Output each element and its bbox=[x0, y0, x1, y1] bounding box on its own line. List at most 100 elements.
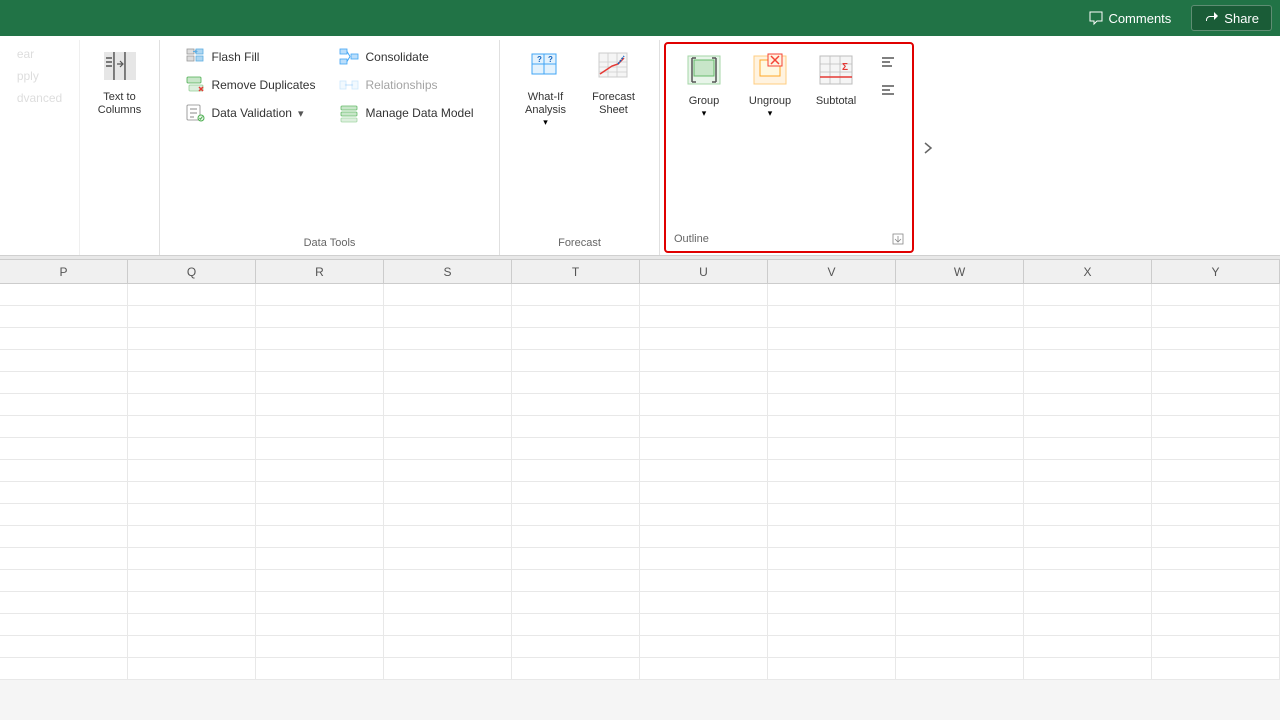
grid-row[interactable] bbox=[0, 438, 1280, 460]
grid-cell[interactable] bbox=[128, 394, 256, 415]
grid-cell[interactable] bbox=[512, 636, 640, 657]
grid-cell[interactable] bbox=[512, 350, 640, 371]
grid-cell[interactable] bbox=[768, 526, 896, 547]
grid-cell[interactable] bbox=[512, 372, 640, 393]
grid-cell[interactable] bbox=[768, 570, 896, 591]
what-if-analysis-button[interactable]: ? ? What-IfAnalysis ▾ bbox=[516, 44, 576, 132]
grid-cell[interactable] bbox=[512, 504, 640, 525]
data-validation-button[interactable]: Data Validation ▾ bbox=[177, 100, 323, 126]
grid-cell[interactable] bbox=[256, 460, 384, 481]
grid-cell[interactable] bbox=[0, 350, 128, 371]
grid-cell[interactable] bbox=[384, 504, 512, 525]
grid-row[interactable] bbox=[0, 372, 1280, 394]
grid-cell[interactable] bbox=[512, 416, 640, 437]
grid-cell[interactable] bbox=[640, 372, 768, 393]
grid-cell[interactable] bbox=[384, 306, 512, 327]
grid-cell[interactable] bbox=[640, 658, 768, 679]
grid-cell[interactable] bbox=[512, 284, 640, 305]
grid-cell[interactable] bbox=[0, 460, 128, 481]
grid-cell[interactable] bbox=[128, 460, 256, 481]
grid-cell[interactable] bbox=[256, 372, 384, 393]
ungroup-button[interactable]: Ungroup ▾ bbox=[740, 48, 800, 123]
grid-cell[interactable] bbox=[1024, 394, 1152, 415]
grid-row[interactable] bbox=[0, 658, 1280, 680]
grid-row[interactable] bbox=[0, 614, 1280, 636]
grid-cell[interactable] bbox=[1152, 460, 1280, 481]
grid-cell[interactable] bbox=[1024, 350, 1152, 371]
grid-cell[interactable] bbox=[512, 306, 640, 327]
grid-cell[interactable] bbox=[1024, 570, 1152, 591]
grid-cell[interactable] bbox=[0, 636, 128, 657]
grid-cell[interactable] bbox=[256, 350, 384, 371]
grid-cell[interactable] bbox=[896, 350, 1024, 371]
grid-row[interactable] bbox=[0, 548, 1280, 570]
grid-row[interactable] bbox=[0, 416, 1280, 438]
grid-row[interactable] bbox=[0, 570, 1280, 592]
grid-cell[interactable] bbox=[0, 328, 128, 349]
grid-cell[interactable] bbox=[896, 460, 1024, 481]
grid-cell[interactable] bbox=[384, 658, 512, 679]
grid-cell[interactable] bbox=[384, 416, 512, 437]
grid-cell[interactable] bbox=[512, 482, 640, 503]
grid-row[interactable] bbox=[0, 526, 1280, 548]
grid-cell[interactable] bbox=[1024, 328, 1152, 349]
grid-cell[interactable] bbox=[1152, 614, 1280, 635]
grid-row[interactable] bbox=[0, 636, 1280, 658]
grid-cell[interactable] bbox=[1152, 416, 1280, 437]
grid-row[interactable] bbox=[0, 460, 1280, 482]
grid-row[interactable] bbox=[0, 306, 1280, 328]
grid-cell[interactable] bbox=[0, 372, 128, 393]
grid-cell[interactable] bbox=[640, 526, 768, 547]
subtotal-button[interactable]: Σ Subtotal bbox=[806, 48, 866, 112]
advanced-btn[interactable]: dvanced bbox=[9, 88, 70, 108]
outline-expand-icon[interactable] bbox=[892, 233, 904, 245]
grid-cell[interactable] bbox=[640, 636, 768, 657]
grid-cell[interactable] bbox=[640, 614, 768, 635]
grid-cell[interactable] bbox=[1024, 592, 1152, 613]
grid-cell[interactable] bbox=[768, 636, 896, 657]
grid-cell[interactable] bbox=[0, 482, 128, 503]
grid-cell[interactable] bbox=[1024, 614, 1152, 635]
grid-cell[interactable] bbox=[896, 482, 1024, 503]
grid-cell[interactable] bbox=[256, 636, 384, 657]
grid-cell[interactable] bbox=[1024, 284, 1152, 305]
grid-cell[interactable] bbox=[896, 372, 1024, 393]
clear-btn[interactable]: ear bbox=[9, 44, 70, 64]
grid-cell[interactable] bbox=[896, 394, 1024, 415]
grid-cell[interactable] bbox=[384, 548, 512, 569]
grid-row[interactable] bbox=[0, 592, 1280, 614]
grid-cell[interactable] bbox=[256, 658, 384, 679]
grid-cell[interactable] bbox=[384, 460, 512, 481]
manage-data-model-button[interactable]: Manage Data Model bbox=[331, 100, 481, 126]
grid-cell[interactable] bbox=[128, 350, 256, 371]
grid-cell[interactable] bbox=[384, 438, 512, 459]
grid-cell[interactable] bbox=[896, 526, 1024, 547]
grid-cell[interactable] bbox=[896, 636, 1024, 657]
apply-btn[interactable]: pply bbox=[9, 66, 70, 86]
grid-cell[interactable] bbox=[384, 350, 512, 371]
grid-cell[interactable] bbox=[256, 504, 384, 525]
grid-cell[interactable] bbox=[1152, 328, 1280, 349]
grid-cell[interactable] bbox=[256, 416, 384, 437]
grid-cell[interactable] bbox=[512, 526, 640, 547]
grid-cell[interactable] bbox=[640, 350, 768, 371]
grid-row[interactable] bbox=[0, 394, 1280, 416]
grid-cell[interactable] bbox=[512, 548, 640, 569]
share-button[interactable]: Share bbox=[1191, 5, 1272, 31]
grid-cell[interactable] bbox=[256, 614, 384, 635]
grid-cell[interactable] bbox=[1024, 548, 1152, 569]
grid-cell[interactable] bbox=[0, 394, 128, 415]
grid-cell[interactable] bbox=[384, 482, 512, 503]
grid-cell[interactable] bbox=[896, 592, 1024, 613]
grid-cell[interactable] bbox=[640, 570, 768, 591]
grid-cell[interactable] bbox=[1024, 306, 1152, 327]
grid-cell[interactable] bbox=[1152, 482, 1280, 503]
grid-cell[interactable] bbox=[0, 416, 128, 437]
grid-cell[interactable] bbox=[0, 306, 128, 327]
grid-cell[interactable] bbox=[512, 328, 640, 349]
grid-cell[interactable] bbox=[640, 394, 768, 415]
grid-cell[interactable] bbox=[640, 306, 768, 327]
consolidate-button[interactable]: Consolidate bbox=[331, 44, 481, 70]
grid-cell[interactable] bbox=[128, 592, 256, 613]
grid-cell[interactable] bbox=[1152, 592, 1280, 613]
